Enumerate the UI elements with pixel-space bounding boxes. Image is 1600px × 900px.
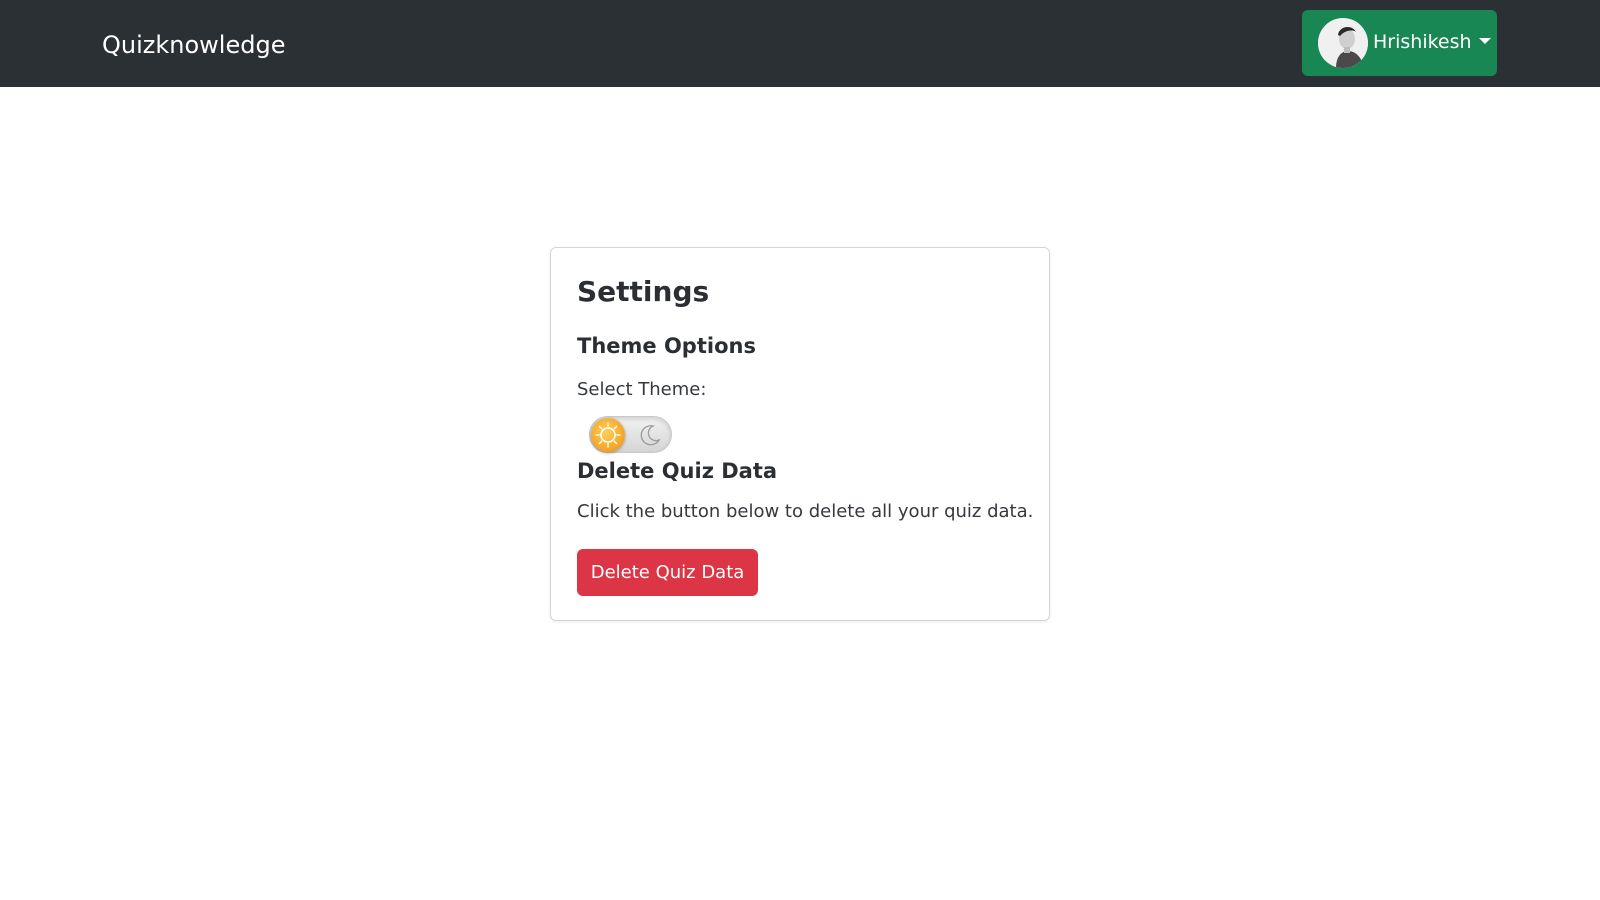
select-theme-label: Select Theme: [577, 379, 707, 400]
user-menu-button[interactable]: Hrishikesh [1302, 10, 1497, 76]
moon-icon [638, 423, 662, 447]
settings-title: Settings [577, 275, 710, 308]
user-name: Hrishikesh [1373, 31, 1472, 53]
delete-quiz-data-button[interactable]: Delete Quiz Data [577, 549, 758, 596]
top-navbar: Quizknowledge Hrishikesh [0, 0, 1600, 87]
brand-link[interactable]: Quizknowledge [102, 28, 285, 62]
theme-toggle[interactable] [589, 416, 672, 453]
delete-description: Click the button below to delete all you… [577, 501, 1034, 522]
delete-quiz-data-heading: Delete Quiz Data [577, 459, 778, 483]
sun-icon [591, 418, 625, 452]
caret-down-icon [1478, 38, 1491, 44]
theme-options-heading: Theme Options [577, 334, 756, 358]
user-avatar [1318, 18, 1368, 68]
avatar-photo-icon [1318, 18, 1368, 68]
settings-card: Settings Theme Options Select Theme: Del… [550, 247, 1050, 621]
